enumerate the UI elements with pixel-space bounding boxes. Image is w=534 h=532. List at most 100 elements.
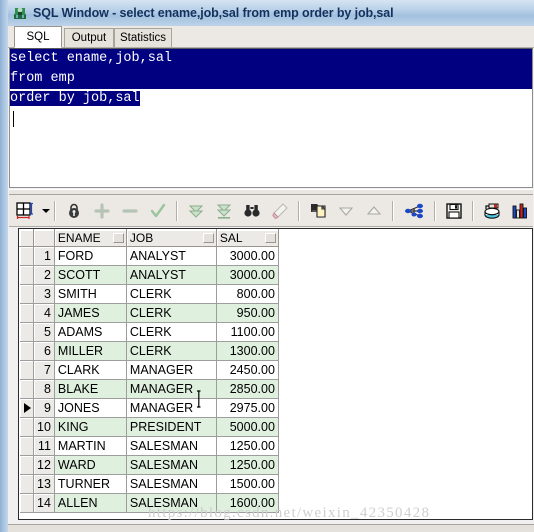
lock-record-button[interactable] <box>61 198 87 224</box>
delete-record-button[interactable] <box>117 198 143 224</box>
cell-job[interactable]: SALESMAN <box>126 455 217 475</box>
column-header-job[interactable]: JOB <box>125 229 217 247</box>
row-number-cell: 9 <box>33 398 55 418</box>
toolbar-separator-4 <box>392 200 394 221</box>
tab-statistics[interactable]: Statistics <box>114 28 172 48</box>
table-row[interactable]: 2 SCOTT ANALYST 3000.00 <box>19 265 279 285</box>
chart-button[interactable] <box>507 198 533 224</box>
cell-ename[interactable]: JAMES <box>54 303 127 323</box>
cell-sal[interactable]: 3000.00 <box>216 265 279 285</box>
row-indicator-cell[interactable] <box>19 417 34 437</box>
column-header-sal[interactable]: SAL <box>215 229 279 247</box>
cell-sal[interactable]: 3000.00 <box>216 246 279 266</box>
copy-to-clipboard-button[interactable] <box>305 198 331 224</box>
find-button[interactable] <box>239 198 265 224</box>
row-indicator-cell[interactable] <box>19 322 34 342</box>
cell-ename[interactable]: BLAKE <box>54 379 127 399</box>
cell-sal[interactable]: 2450.00 <box>216 360 279 380</box>
row-indicator-cell[interactable] <box>19 360 34 380</box>
row-indicator-cell[interactable] <box>19 474 34 494</box>
post-record-button[interactable] <box>145 198 171 224</box>
sql-editor[interactable]: select ename,job,sal from emp order by j… <box>9 48 533 188</box>
cell-ename[interactable]: FORD <box>54 246 127 266</box>
cell-job[interactable]: CLERK <box>126 303 217 323</box>
table-row[interactable]: 4 JAMES CLERK 950.00 <box>19 303 279 323</box>
cell-ename[interactable]: KING <box>54 417 127 437</box>
cell-ename[interactable]: TURNER <box>54 474 127 494</box>
sort-descending-button[interactable] <box>333 198 359 224</box>
results-grid[interactable]: ENAME JOB SAL 1 FORD ANALYST 3000.00 2 S… <box>18 228 533 520</box>
cell-sal[interactable]: 2975.00 <box>216 398 279 418</box>
cell-job[interactable]: ANALYST <box>126 246 217 266</box>
cell-sal[interactable]: 1500.00 <box>216 474 279 494</box>
table-row[interactable]: 1 FORD ANALYST 3000.00 <box>19 246 279 266</box>
export-data-button[interactable] <box>479 198 505 224</box>
cell-job[interactable]: PRESIDENT <box>126 417 217 437</box>
table-row[interactable]: 7 CLARK MANAGER 2450.00 <box>19 360 279 380</box>
tab-statistics-label: Statistics <box>120 32 167 44</box>
row-indicator-cell[interactable] <box>19 436 34 456</box>
save-button[interactable] <box>441 198 467 224</box>
row-number-cell: 4 <box>33 303 55 323</box>
row-indicator-cell[interactable] <box>19 341 34 361</box>
cell-ename[interactable]: ALLEN <box>54 493 127 513</box>
cell-job[interactable]: CLERK <box>126 284 217 304</box>
column-header-ename[interactable]: ENAME <box>53 229 127 247</box>
cell-sal[interactable]: 1300.00 <box>216 341 279 361</box>
cell-sal[interactable]: 1100.00 <box>216 322 279 342</box>
row-indicator-cell[interactable] <box>19 379 34 399</box>
column-header-sal-sort-button[interactable] <box>264 233 276 243</box>
cell-job[interactable]: CLERK <box>126 341 217 361</box>
row-indicator-cell[interactable] <box>19 246 34 266</box>
cell-ename[interactable]: JONES <box>54 398 127 418</box>
fetch-next-page-button[interactable] <box>183 198 209 224</box>
cell-job[interactable]: MANAGER <box>126 379 217 399</box>
row-indicator-cell[interactable] <box>19 265 34 285</box>
sort-ascending-button[interactable] <box>361 198 387 224</box>
insert-record-button[interactable] <box>89 198 115 224</box>
row-indicator-cell[interactable] <box>19 303 34 323</box>
cell-sal[interactable]: 950.00 <box>216 303 279 323</box>
row-indicator-cell[interactable] <box>19 455 34 475</box>
cell-sal[interactable]: 1250.00 <box>216 436 279 456</box>
cell-sal[interactable]: 5000.00 <box>216 417 279 437</box>
cell-ename[interactable]: ADAMS <box>54 322 127 342</box>
cell-job[interactable]: MANAGER <box>126 398 217 418</box>
cell-job[interactable]: CLERK <box>126 322 217 342</box>
table-row[interactable]: 13 TURNER SALESMAN 1500.00 <box>19 474 279 494</box>
fetch-last-page-button[interactable] <box>211 198 237 224</box>
cell-sal[interactable]: 800.00 <box>216 284 279 304</box>
column-header-ename-sort-button[interactable] <box>112 233 124 243</box>
tab-output[interactable]: Output <box>64 28 114 48</box>
cell-sal[interactable]: 2850.00 <box>216 379 279 399</box>
cell-ename[interactable]: SCOTT <box>54 265 127 285</box>
cell-ename[interactable]: MILLER <box>54 341 127 361</box>
grid-layout-dropdown[interactable] <box>41 198 50 224</box>
cell-ename[interactable]: WARD <box>54 455 127 475</box>
cell-sal[interactable]: 1250.00 <box>216 455 279 475</box>
table-row[interactable]: 12 WARD SALESMAN 1250.00 <box>19 455 279 475</box>
table-row[interactable]: 3 SMITH CLERK 800.00 <box>19 284 279 304</box>
table-row[interactable]: 5 ADAMS CLERK 1100.00 <box>19 322 279 342</box>
cell-ename[interactable]: MARTIN <box>54 436 127 456</box>
row-indicator-cell[interactable] <box>19 493 34 513</box>
cell-job[interactable]: MANAGER <box>126 360 217 380</box>
clear-filter-button[interactable] <box>267 198 293 224</box>
row-indicator-cell[interactable] <box>19 398 34 418</box>
table-row[interactable]: 10 KING PRESIDENT 5000.00 <box>19 417 279 437</box>
column-header-job-sort-button[interactable] <box>202 233 214 243</box>
title-bar[interactable]: SQL Window - select ename,job,sal from e… <box>8 0 534 26</box>
row-indicator-cell[interactable] <box>19 284 34 304</box>
explain-plan-button[interactable] <box>399 198 429 224</box>
tab-sql[interactable]: SQL <box>14 26 62 48</box>
cell-ename[interactable]: CLARK <box>54 360 127 380</box>
cell-job[interactable]: SALESMAN <box>126 474 217 494</box>
table-row[interactable]: 9 JONES MANAGER 2975.00 <box>19 398 279 418</box>
table-row[interactable]: 8 BLAKE MANAGER 2850.00 <box>19 379 279 399</box>
cell-ename[interactable]: SMITH <box>54 284 127 304</box>
table-row[interactable]: 11 MARTIN SALESMAN 1250.00 <box>19 436 279 456</box>
table-row[interactable]: 6 MILLER CLERK 1300.00 <box>19 341 279 361</box>
cell-job[interactable]: SALESMAN <box>126 436 217 456</box>
cell-job[interactable]: ANALYST <box>126 265 217 285</box>
grid-layout-button[interactable] <box>10 198 40 224</box>
